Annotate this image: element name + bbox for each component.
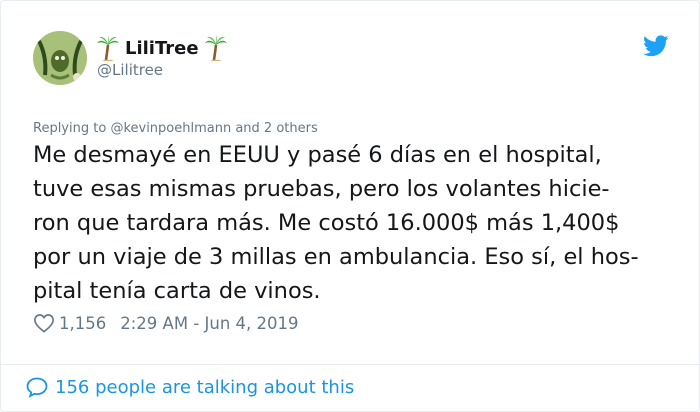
tweet-text-line: por un viaje de 3 millas en ambulancia. …: [33, 244, 639, 270]
tweet-card: LiliTree @Lilitree Replying to @kevinpoe…: [0, 0, 700, 412]
speech-bubble-icon: [26, 377, 48, 398]
reply-target-link[interactable]: @kevinpoehlmann and 2 others: [110, 121, 317, 136]
tweet-text: Me desmayé en EEUU y pasé 6 días en el h…: [33, 138, 673, 308]
tweet-timestamp[interactable]: 2:29 AM - Jun 4, 2019: [120, 314, 298, 333]
like-count[interactable]: 1,156: [59, 314, 106, 333]
display-name-row[interactable]: LiliTree: [97, 35, 227, 61]
divider: [1, 364, 699, 365]
talking-about-link[interactable]: 156 people are talking about this: [25, 375, 354, 399]
tweet-text-line: pital tenía carta de vinos.: [33, 278, 321, 304]
tweet-text-line: Me desmayé en EEUU y pasé 6 días en el h…: [33, 142, 602, 168]
twitter-bird-icon[interactable]: [643, 35, 669, 57]
tweet-meta: 1,156 2:29 AM - Jun 4, 2019: [33, 313, 299, 333]
tweet-text-line: ron que tardara más. Me costó 16.000$ má…: [33, 210, 620, 236]
tweet-text-line: tuve esas mismas pruebas, pero los volan…: [33, 176, 610, 202]
avatar-illustration: [33, 31, 87, 85]
heart-icon[interactable]: [33, 313, 55, 333]
talking-about-text[interactable]: 156 people are talking about this: [55, 377, 354, 398]
reply-context: Replying to @kevinpoehlmann and 2 others: [33, 121, 318, 136]
palm-tree-icon: [97, 35, 119, 61]
palm-tree-icon: [204, 35, 227, 61]
display-name[interactable]: LiliTree: [125, 38, 199, 59]
user-handle[interactable]: @Lilitree: [97, 61, 163, 79]
avatar[interactable]: [33, 31, 87, 85]
reply-prefix: Replying to: [33, 121, 107, 136]
